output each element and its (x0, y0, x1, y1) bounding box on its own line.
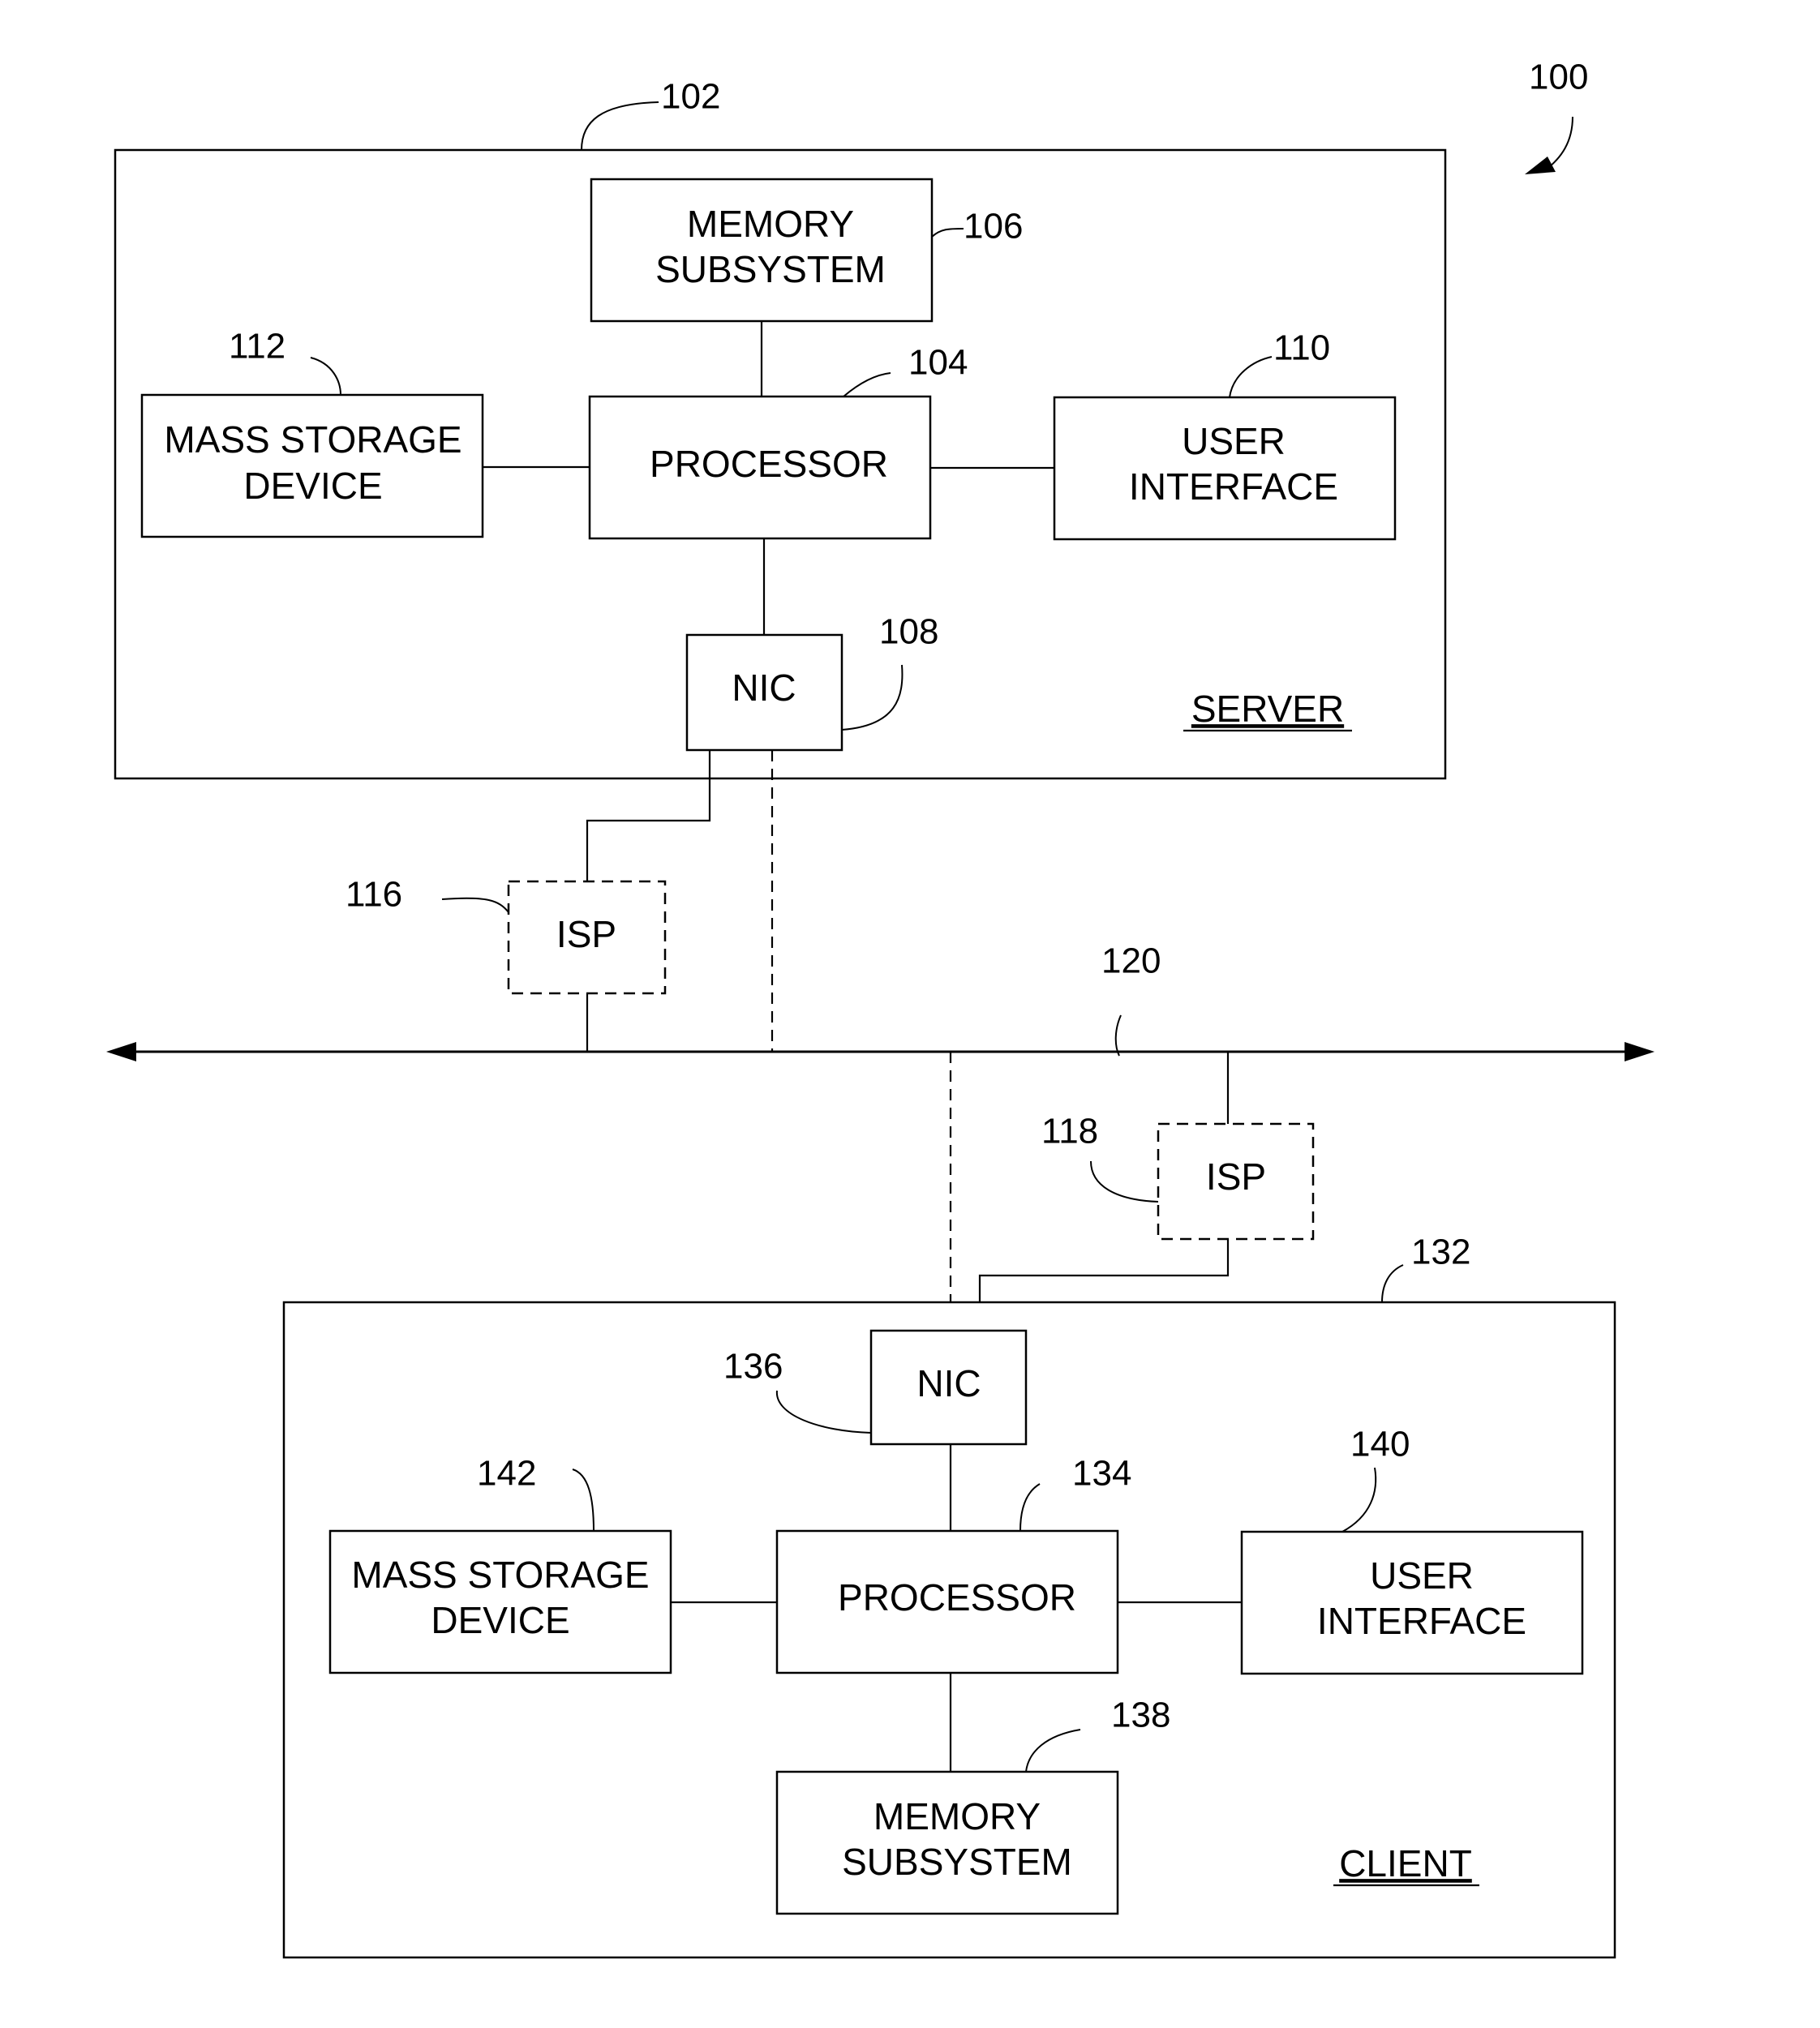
client-mass-storage-label-1: MASS STORAGE (351, 1554, 649, 1596)
server-mass-storage-ref: 112 (229, 327, 285, 367)
server-processor-ref: 104 (908, 343, 968, 383)
figure-ref-arrowhead-icon (1525, 156, 1556, 174)
network-ref: 120 (1101, 941, 1161, 981)
server-processor[interactable]: PROCESSOR (588, 395, 932, 540)
network-ref-leader (1114, 1014, 1122, 1057)
server-mass-storage-label-1: MASS STORAGE (164, 418, 461, 461)
server-user-interface[interactable]: USER INTERFACE (1053, 396, 1397, 541)
client-processor-ref: 134 (1072, 1454, 1131, 1494)
client-user-interface-label-1: USER (1370, 1554, 1474, 1597)
client-processor-label: PROCESSOR (838, 1576, 1076, 1619)
client-nic-ref: 136 (723, 1347, 783, 1387)
server-user-interface-ref: 110 (1273, 328, 1330, 368)
server-nic-label: NIC (732, 667, 796, 709)
isp-118[interactable]: ISP (1157, 1122, 1315, 1241)
client-memory-ref: 138 (1111, 1696, 1170, 1735)
server-memory-subsystem[interactable]: MEMORY SUBSYSTEM (590, 178, 934, 323)
client-title: CLIENT (1339, 1842, 1472, 1884)
network-left-arrow-icon (106, 1042, 136, 1061)
client-memory-subsystem[interactable]: MEMORY SUBSYSTEM (775, 1770, 1119, 1915)
server-title: SERVER (1191, 688, 1344, 730)
server-mass-storage[interactable]: MASS STORAGE DEVICE (140, 393, 484, 538)
system-diagram: 100 102 MEMORY SUBSYSTEM 106 PROCESSOR 1… (106, 58, 1655, 1959)
isp-118-ref: 118 (1041, 1112, 1098, 1151)
figure-ref-100: 100 (1525, 58, 1588, 174)
server-mass-storage-label-2: DEVICE (243, 465, 382, 507)
server-nic[interactable]: NIC (685, 633, 843, 752)
client-processor[interactable]: PROCESSOR (775, 1529, 1119, 1674)
client-mass-storage[interactable]: MASS STORAGE DEVICE (328, 1529, 672, 1674)
client-ref-leader (1381, 1264, 1404, 1303)
client-mass-storage-ref: 142 (477, 1454, 536, 1494)
isp-116-ref-leader (441, 897, 509, 913)
figure-ref-label: 100 (1529, 58, 1588, 97)
server-group: 102 MEMORY SUBSYSTEM 106 PROCESSOR 104 M… (114, 77, 1447, 780)
client-nic-label: NIC (916, 1362, 981, 1404)
client-ref: 132 (1411, 1233, 1470, 1272)
client-mass-storage-label-2: DEVICE (431, 1599, 569, 1641)
client-memory-label-1: MEMORY (874, 1795, 1041, 1837)
client-memory-label-2: SUBSYSTEM (842, 1841, 1072, 1883)
isp-116-ref: 116 (346, 875, 402, 915)
network-right-arrow-icon (1625, 1042, 1655, 1061)
server-ref: 102 (661, 77, 720, 117)
isp-116[interactable]: ISP (507, 880, 667, 995)
server-user-interface-label-1: USER (1182, 420, 1286, 462)
isp-116-label: ISP (556, 913, 616, 955)
server-user-interface-label-2: INTERFACE (1129, 465, 1338, 508)
server-memory-label-2: SUBSYSTEM (655, 248, 886, 290)
client-user-interface-ref: 140 (1350, 1425, 1410, 1464)
server-nic-ref: 108 (879, 612, 938, 652)
client-user-interface-label-2: INTERFACE (1317, 1600, 1526, 1642)
server-ref-leader (581, 101, 659, 151)
client-group: 132 NIC 136 PROCESSOR 134 MASS STORAGE D… (282, 1233, 1616, 1959)
isp-118-label: ISP (1206, 1155, 1266, 1198)
server-memory-label-1: MEMORY (687, 203, 854, 245)
server-memory-ref: 106 (964, 207, 1023, 247)
isp-118-ref-leader (1090, 1160, 1159, 1203)
client-nic[interactable]: NIC (869, 1329, 1028, 1446)
client-user-interface[interactable]: USER INTERFACE (1240, 1530, 1584, 1675)
server-processor-label: PROCESSOR (650, 443, 888, 485)
